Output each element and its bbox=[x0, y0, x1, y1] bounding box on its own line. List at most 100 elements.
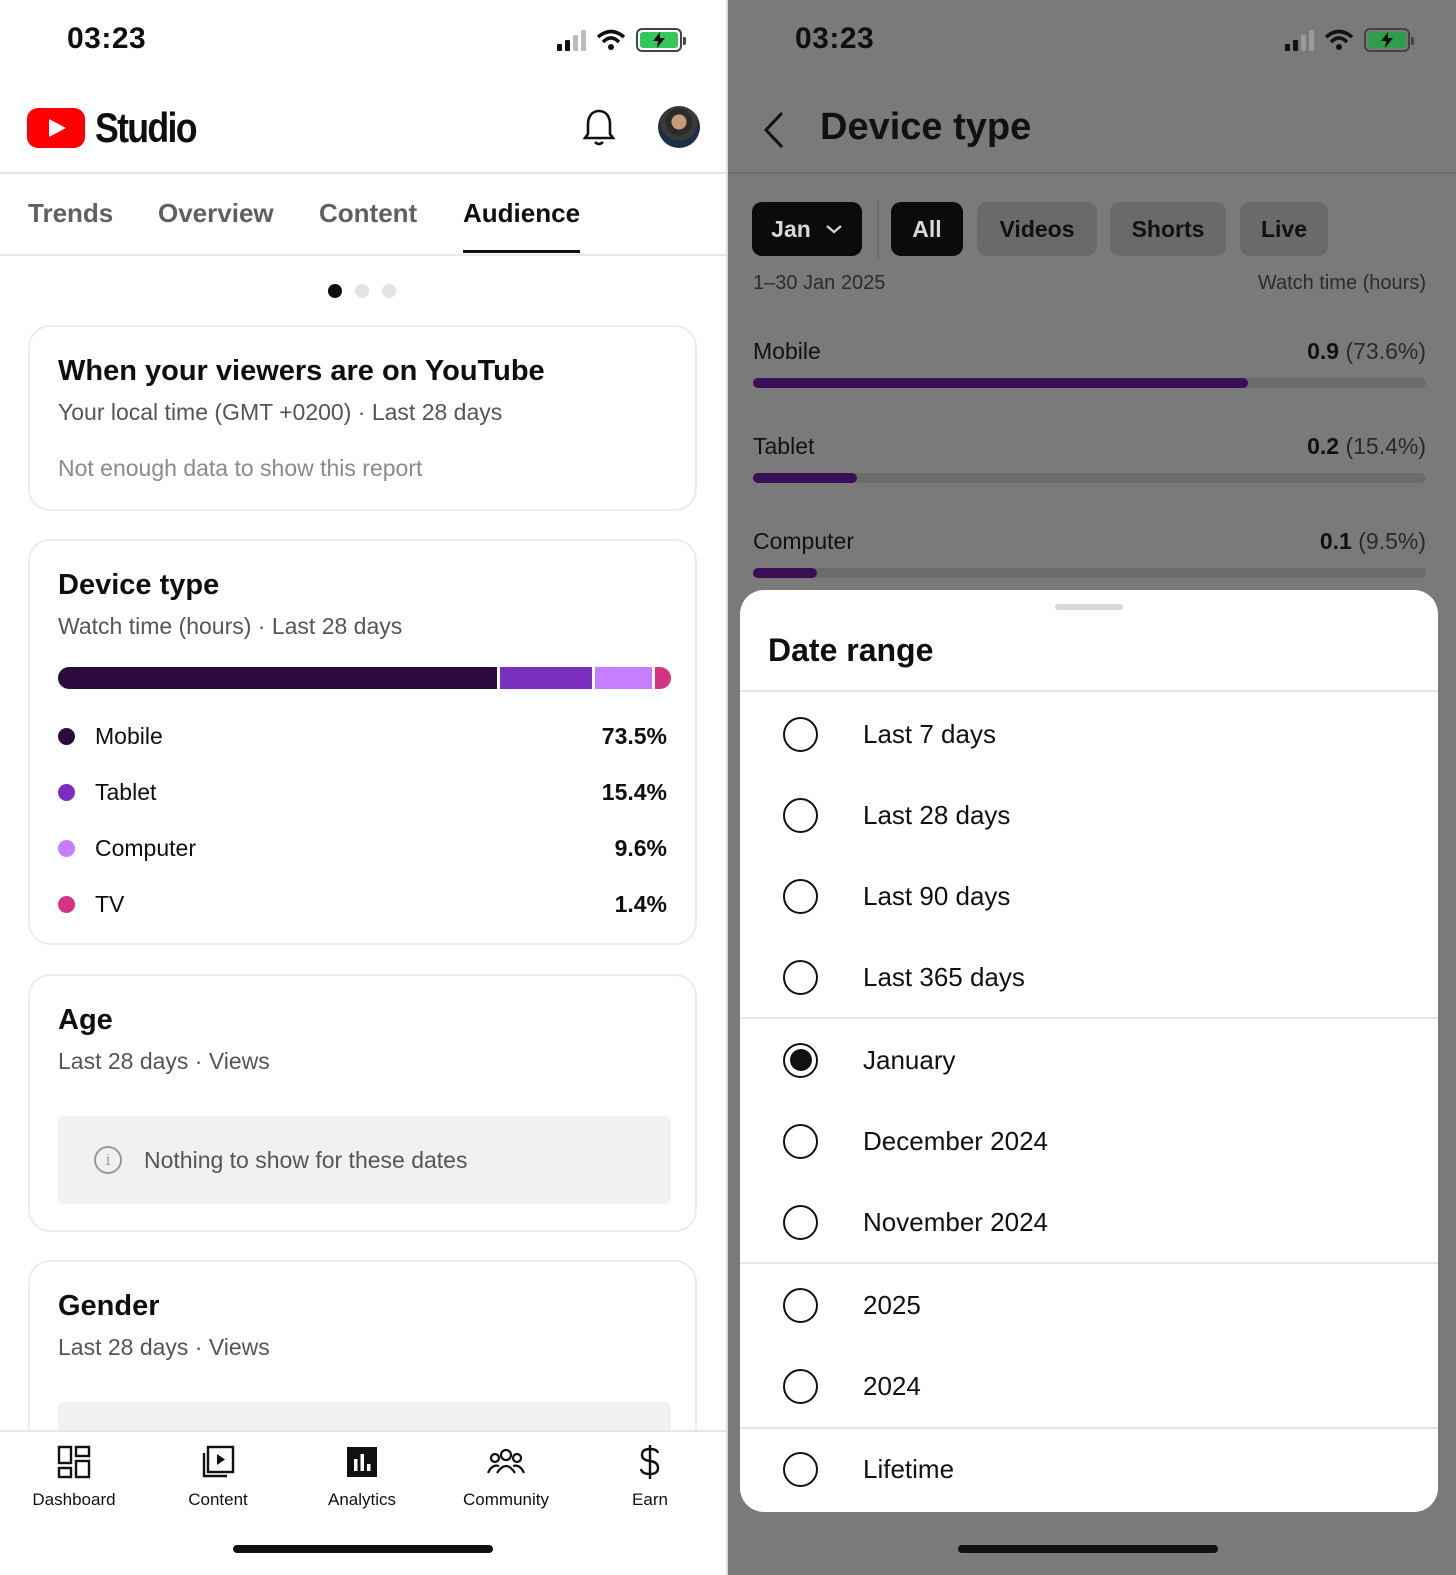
nav-dashboard[interactable]: Dashboard bbox=[2, 1442, 146, 1510]
option-2024[interactable]: 2024 bbox=[740, 1356, 1438, 1416]
option-last-7-days[interactable]: Last 7 days bbox=[740, 704, 1438, 764]
chip-live[interactable]: Live bbox=[1240, 202, 1328, 256]
device-type-card[interactable]: Device type Watch time (hours) · Last 28… bbox=[28, 539, 697, 945]
legend-dot bbox=[58, 895, 75, 913]
status-icons bbox=[1285, 28, 1414, 52]
radio-button[interactable] bbox=[783, 878, 818, 914]
stack-segment-tv bbox=[654, 667, 671, 689]
divider bbox=[740, 1262, 1438, 1264]
option-2025[interactable]: 2025 bbox=[740, 1275, 1438, 1335]
radio-button[interactable] bbox=[783, 1287, 818, 1323]
progress-track bbox=[753, 568, 1426, 578]
legend-dot bbox=[58, 839, 75, 857]
radio-button[interactable] bbox=[783, 1451, 818, 1487]
info-icon: i bbox=[94, 1146, 122, 1174]
nav-label: Content bbox=[188, 1490, 248, 1509]
dollar-icon bbox=[639, 1445, 660, 1479]
home-indicator bbox=[233, 1545, 493, 1553]
battery-icon bbox=[1364, 28, 1414, 52]
status-time: 03:23 bbox=[795, 22, 875, 55]
divider bbox=[740, 1017, 1438, 1019]
analytics-icon bbox=[347, 1447, 377, 1477]
option-december-2024[interactable]: December 2024 bbox=[740, 1111, 1438, 1171]
logo-text: Studio bbox=[95, 104, 198, 151]
option-label: Last 365 days bbox=[863, 961, 1025, 992]
month-filter-chip[interactable]: Jan bbox=[752, 202, 862, 256]
legend-label: TV bbox=[95, 890, 125, 917]
chevron-down-icon bbox=[826, 225, 842, 234]
option-november-2024[interactable]: November 2024 bbox=[740, 1192, 1438, 1252]
viewers-time-card[interactable]: When your viewers are on YouTube Your lo… bbox=[28, 325, 697, 511]
tab-content[interactable]: Content bbox=[319, 198, 417, 229]
device-type-header: Device type bbox=[728, 88, 1456, 174]
legend-row-computer: Computer 9.6% bbox=[58, 833, 667, 863]
option-label: Lifetime bbox=[863, 1453, 955, 1484]
option-january[interactable]: January bbox=[740, 1030, 1438, 1090]
device-row-mobile: Mobile 0.9 (73.6%) bbox=[753, 338, 1426, 398]
content-icon bbox=[202, 1445, 235, 1478]
sheet-grabber[interactable] bbox=[1055, 604, 1123, 610]
metric-label: Watch time (hours) bbox=[1257, 272, 1426, 294]
radio-button[interactable] bbox=[783, 959, 818, 995]
studio-audience-screen: 03:23 Studio Trends Overview Content Aud… bbox=[0, 0, 728, 1575]
legend-value: 73.5% bbox=[601, 722, 667, 749]
nav-label: Analytics bbox=[327, 1490, 397, 1509]
chip-all[interactable]: All bbox=[891, 202, 963, 256]
nav-analytics[interactable]: Analytics bbox=[290, 1442, 434, 1510]
bottom-navigation: Dashboard Content Analytics Community Ea… bbox=[0, 1430, 728, 1575]
section-tabs: Trends Overview Content Audience bbox=[0, 176, 728, 256]
stack-segment-computer bbox=[594, 667, 652, 689]
legend-value: 1.4% bbox=[614, 890, 667, 917]
radio-button[interactable] bbox=[783, 1204, 818, 1240]
option-last-28-days[interactable]: Last 28 days bbox=[740, 785, 1438, 845]
device-row-computer: Computer 0.1 (9.5%) bbox=[753, 528, 1426, 588]
nav-label: Earn bbox=[632, 1490, 668, 1509]
option-label: Last 7 days bbox=[863, 718, 996, 749]
option-last-365-days[interactable]: Last 365 days bbox=[740, 947, 1438, 1007]
status-icons bbox=[557, 28, 686, 52]
legend-value: 15.4% bbox=[601, 778, 667, 805]
account-avatar[interactable] bbox=[658, 106, 700, 148]
radio-button[interactable] bbox=[783, 1123, 818, 1159]
empty-state: i Nothing to show for these dates bbox=[58, 1116, 671, 1204]
signal-icon bbox=[557, 29, 586, 51]
option-label: January bbox=[863, 1044, 956, 1075]
nav-content[interactable]: Content bbox=[146, 1442, 290, 1510]
option-last-90-days[interactable]: Last 90 days bbox=[740, 866, 1438, 926]
tab-overview[interactable]: Overview bbox=[158, 198, 274, 229]
radio-button-selected[interactable] bbox=[783, 1042, 818, 1078]
device-value: 0.2 (15.4%) bbox=[1307, 433, 1426, 459]
stack-segment-mobile bbox=[58, 667, 497, 689]
option-label: 2025 bbox=[863, 1289, 921, 1320]
tab-trends[interactable]: Trends bbox=[28, 198, 113, 229]
device-name: Tablet bbox=[753, 433, 815, 459]
date-range-label: 1–30 Jan 2025 bbox=[753, 272, 886, 294]
chip-videos[interactable]: Videos bbox=[977, 202, 1097, 256]
card-subtitle: Watch time (hours) · Last 28 days bbox=[58, 613, 403, 639]
page-title: Device type bbox=[820, 106, 1032, 148]
stack-segment-tablet bbox=[499, 667, 592, 689]
option-lifetime[interactable]: Lifetime bbox=[740, 1439, 1438, 1499]
app-header: Studio bbox=[0, 88, 728, 174]
card-subtitle: Your local time (GMT +0200) · Last 28 da… bbox=[58, 399, 503, 425]
tab-audience[interactable]: Audience bbox=[463, 198, 581, 253]
radio-button[interactable] bbox=[783, 1368, 818, 1404]
progress-track bbox=[753, 473, 1426, 483]
radio-button[interactable] bbox=[783, 797, 818, 833]
option-label: December 2024 bbox=[863, 1125, 1048, 1156]
nav-community[interactable]: Community bbox=[434, 1442, 578, 1510]
back-arrow-icon[interactable] bbox=[762, 110, 786, 150]
nav-earn[interactable]: Earn bbox=[578, 1442, 722, 1510]
legend-row-tablet: Tablet 15.4% bbox=[58, 777, 667, 807]
chip-shorts[interactable]: Shorts bbox=[1110, 202, 1226, 256]
legend-label: Mobile bbox=[95, 722, 163, 749]
nav-label: Dashboard bbox=[32, 1490, 116, 1509]
battery-icon bbox=[636, 28, 686, 52]
card-subtitle: Last 28 days · Views bbox=[58, 1334, 270, 1360]
radio-button[interactable] bbox=[783, 716, 818, 752]
studio-logo[interactable]: Studio bbox=[27, 104, 214, 152]
age-card[interactable]: Age Last 28 days · Views i Nothing to sh… bbox=[28, 974, 697, 1232]
legend-dot bbox=[58, 727, 75, 745]
legend-dot bbox=[58, 783, 75, 801]
notifications-bell-icon[interactable] bbox=[582, 108, 616, 148]
